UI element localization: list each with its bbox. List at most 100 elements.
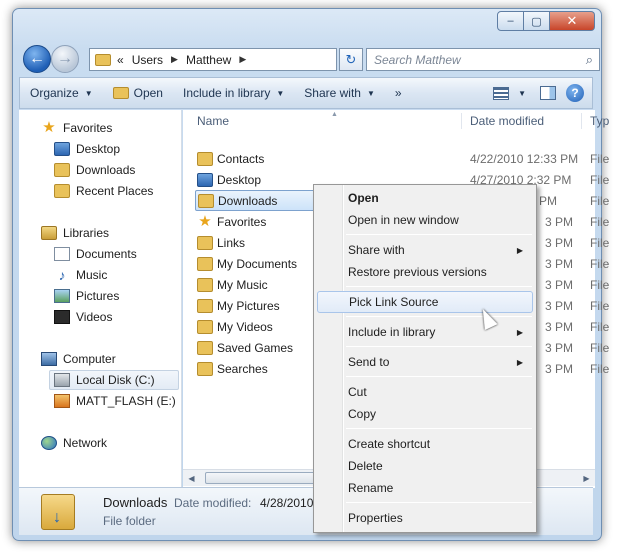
table-row-selected[interactable]: Downloads bbox=[195, 190, 315, 211]
folder-shortcut-icon bbox=[197, 298, 213, 313]
details-date-label: Date modified: bbox=[174, 496, 252, 510]
row-date: 3 PM bbox=[545, 340, 574, 355]
breadcrumb-separator-icon[interactable]: ▶ bbox=[239, 54, 246, 65]
search-icon[interactable]: ⌕ bbox=[586, 52, 593, 68]
file-name: Links bbox=[217, 235, 246, 250]
help-icon[interactable]: ? bbox=[566, 84, 584, 102]
view-options-button[interactable]: ▼ bbox=[514, 89, 530, 98]
sidebar-item-label: MATT_FLASH (E:) bbox=[76, 394, 176, 408]
sidebar-item-label: Pictures bbox=[76, 289, 120, 303]
row-type: File bbox=[590, 214, 610, 229]
column-divider[interactable] bbox=[581, 113, 582, 129]
table-row[interactable]: Searches bbox=[197, 358, 268, 379]
sidebar-item-label: Recent Places bbox=[76, 184, 154, 198]
row-type: File bbox=[590, 193, 610, 208]
sidebar-item-label: Music bbox=[76, 268, 108, 282]
menu-item-properties[interactable]: Properties bbox=[317, 507, 533, 529]
row-type: File bbox=[590, 340, 610, 355]
share-with-label: Share with bbox=[304, 86, 361, 100]
breadcrumb-overflow[interactable]: « bbox=[117, 53, 124, 67]
breadcrumb-matthew[interactable]: Matthew bbox=[186, 53, 231, 67]
sidebar-item-computer[interactable]: Computer bbox=[41, 349, 116, 369]
menu-item-open-new-window[interactable]: Open in new window bbox=[317, 209, 533, 231]
menu-item-create-shortcut[interactable]: Create shortcut bbox=[317, 433, 533, 455]
sidebar-item-documents[interactable]: Documents bbox=[54, 244, 137, 264]
folder-shortcut-icon bbox=[197, 277, 213, 292]
row-date: 3 PM bbox=[545, 277, 574, 292]
breadcrumb-users[interactable]: Users bbox=[132, 53, 163, 67]
sidebar-item-downloads[interactable]: Downloads bbox=[54, 160, 135, 180]
table-row[interactable]: ★ Favorites bbox=[197, 211, 266, 232]
menu-item-pick-link-source[interactable]: Pick Link Source bbox=[317, 291, 533, 313]
menu-item-share-with[interactable]: Share with ▶ bbox=[317, 239, 533, 261]
table-row[interactable]: My Pictures bbox=[197, 295, 280, 316]
sidebar-item-pictures[interactable]: Pictures bbox=[54, 286, 119, 306]
column-header-label: Date modified bbox=[470, 114, 545, 128]
sidebar-item-local-disk[interactable]: Local Disk (C:) bbox=[49, 370, 179, 390]
back-button[interactable]: ← bbox=[23, 45, 51, 73]
open-button[interactable]: Open bbox=[103, 86, 173, 100]
forward-button[interactable]: → bbox=[51, 45, 79, 73]
menu-item-label: Open in new window bbox=[348, 213, 459, 227]
sidebar-item-matt-flash[interactable]: MATT_FLASH (E:) bbox=[54, 391, 176, 411]
refresh-button[interactable]: ↻ bbox=[339, 48, 363, 71]
table-row[interactable]: Links bbox=[197, 232, 245, 253]
minimize-button[interactable]: – bbox=[497, 11, 524, 31]
sidebar-item-recent-places[interactable]: Recent Places bbox=[54, 181, 153, 201]
share-with-button[interactable]: Share with ▼ bbox=[294, 86, 385, 100]
downloads-folder-icon: ↓ bbox=[41, 494, 75, 530]
libraries-icon bbox=[41, 226, 57, 240]
usb-drive-icon bbox=[54, 394, 70, 408]
double-chevron-icon: » bbox=[394, 86, 402, 100]
address-bar[interactable]: « Users ▶ Matthew ▶ bbox=[89, 48, 337, 71]
menu-item-open[interactable]: Open bbox=[317, 187, 533, 209]
row-date: 4/22/2010 12:33 PM bbox=[470, 151, 579, 166]
toolbar-right: ▼ ? bbox=[488, 84, 592, 102]
sidebar-item-favorites[interactable]: ★ Favorites bbox=[41, 118, 112, 138]
column-header-type[interactable]: Typ bbox=[590, 110, 609, 132]
view-icon[interactable] bbox=[493, 86, 510, 100]
column-header-date-modified[interactable]: Date modified bbox=[470, 110, 544, 132]
folder-icon bbox=[95, 53, 111, 66]
row-date: 3 PM bbox=[545, 235, 574, 250]
menu-item-label: Copy bbox=[348, 407, 377, 421]
menu-item-rename[interactable]: Rename bbox=[317, 477, 533, 499]
close-button[interactable]: ✕ bbox=[550, 11, 595, 31]
breadcrumb-separator-icon[interactable]: ▶ bbox=[171, 54, 178, 65]
table-row[interactable]: Saved Games bbox=[197, 337, 293, 358]
row-date: 3 PM bbox=[545, 298, 574, 313]
menu-item-include-in-library[interactable]: Include in library ▶ bbox=[317, 321, 533, 343]
include-in-library-button[interactable]: Include in library ▼ bbox=[173, 86, 294, 100]
table-row[interactable]: Contacts bbox=[197, 148, 264, 169]
menu-item-restore-previous-versions[interactable]: Restore previous versions bbox=[317, 261, 533, 283]
recent-places-icon bbox=[54, 184, 70, 198]
menu-item-delete[interactable]: Delete bbox=[317, 455, 533, 477]
sidebar-item-desktop[interactable]: Desktop bbox=[54, 139, 120, 159]
sidebar-item-network[interactable]: Network bbox=[41, 433, 107, 453]
sidebar-item-label: Favorites bbox=[63, 121, 113, 135]
column-header-name[interactable]: Name bbox=[197, 110, 229, 132]
preview-pane-icon[interactable] bbox=[540, 86, 556, 100]
sidebar-item-videos[interactable]: Videos bbox=[54, 307, 112, 327]
table-row[interactable]: My Documents bbox=[197, 253, 297, 274]
sidebar-item-music[interactable]: ♪ Music bbox=[54, 265, 108, 285]
maximize-button[interactable]: ▢ bbox=[524, 11, 550, 31]
menu-item-label: Pick Link Source bbox=[349, 295, 439, 309]
file-name: My Pictures bbox=[217, 298, 280, 313]
scroll-left-icon[interactable]: ◀ bbox=[183, 470, 200, 486]
table-row[interactable]: My Music bbox=[197, 274, 268, 295]
table-row[interactable]: Desktop bbox=[197, 169, 261, 190]
row-type: File bbox=[590, 256, 610, 271]
column-divider[interactable] bbox=[461, 113, 462, 129]
search-input[interactable]: Search Matthew ⌕ bbox=[366, 48, 600, 71]
menu-item-cut[interactable]: Cut bbox=[317, 381, 533, 403]
menu-item-send-to[interactable]: Send to ▶ bbox=[317, 351, 533, 373]
table-row[interactable]: My Videos bbox=[197, 316, 273, 337]
row-type: File bbox=[590, 172, 610, 187]
scroll-right-icon[interactable]: ▶ bbox=[578, 470, 595, 486]
menu-separator bbox=[346, 234, 532, 235]
more-commands-button[interactable]: » bbox=[385, 86, 412, 100]
sidebar-item-libraries[interactable]: Libraries bbox=[41, 223, 109, 243]
organize-button[interactable]: Organize ▼ bbox=[20, 86, 103, 100]
menu-item-copy[interactable]: Copy bbox=[317, 403, 533, 425]
